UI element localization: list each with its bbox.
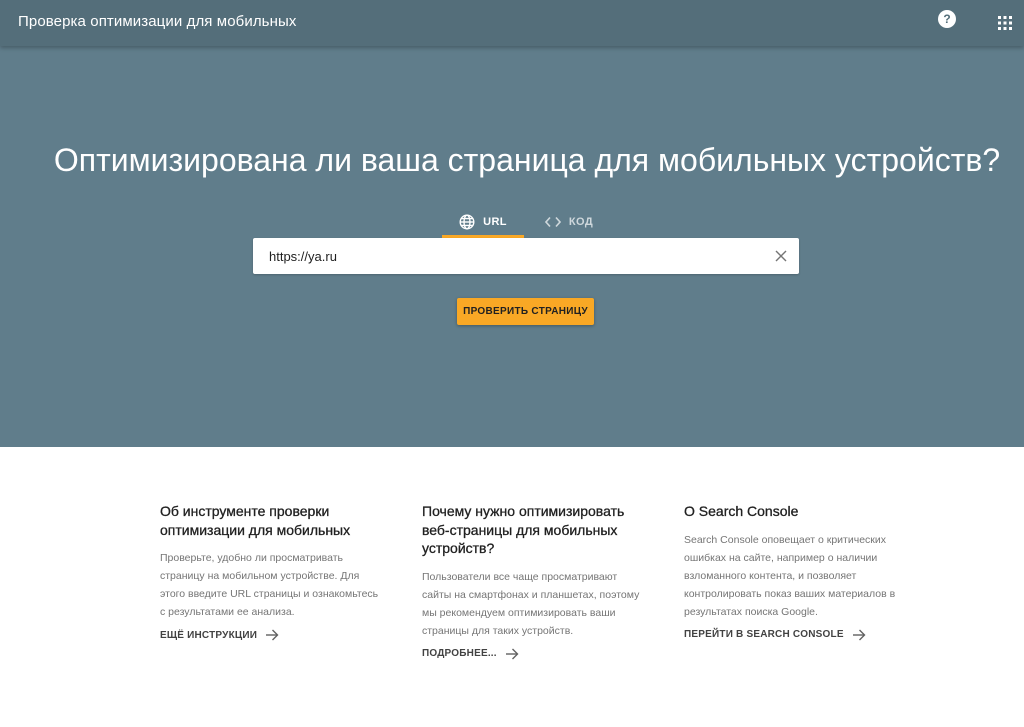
help-circle-icon[interactable]: ?: [938, 10, 956, 28]
more-instructions-link[interactable]: ЕЩЁ ИНСТРУКЦИИ: [160, 629, 279, 641]
tab-code-label: КОД: [568, 216, 594, 228]
arrow-right-icon: [505, 648, 519, 659]
info-text: Search Console оповещает о критических о…: [684, 533, 896, 618]
top-app-bar: Проверка оптимизации для мобильных ?: [0, 0, 1024, 46]
link-label: ПЕРЕЙТИ В SEARCH CONSOLE: [684, 629, 844, 640]
info-column-about-tool: Об инструменте проверки оптимизации для …: [160, 502, 382, 641]
info-column-search-console: О Search Console Search Console оповещае…: [684, 502, 906, 641]
info-title: Об инструменте проверки оптимизации для …: [160, 503, 351, 538]
learn-more-link[interactable]: ПОДРОБНЕЕ...: [422, 648, 519, 660]
tab-code[interactable]: КОД: [536, 206, 602, 238]
apps-grid-icon[interactable]: [998, 16, 1012, 30]
go-to-search-console-link[interactable]: ПЕРЕЙТИ В SEARCH CONSOLE: [684, 629, 866, 641]
info-text: Проверьте, удобно ли просматривать стран…: [160, 552, 379, 618]
tab-url[interactable]: URL: [442, 206, 524, 238]
check-page-button[interactable]: ПРОВЕРИТЬ СТРАНИЦУ: [457, 298, 594, 325]
link-label: ПОДРОБНЕЕ...: [422, 648, 497, 659]
info-column-why-mobile: Почему нужно оптимизировать веб-страницы…: [422, 502, 644, 660]
code-icon: [544, 216, 561, 228]
arrow-right-icon: [852, 629, 866, 640]
tab-url-label: URL: [483, 216, 507, 228]
info-text: Пользователи все чаще просматривают сайт…: [422, 570, 640, 637]
app-title: Проверка оптимизации для мобильных: [18, 13, 297, 30]
link-label: ЕЩЁ ИНСТРУКЦИИ: [160, 629, 258, 641]
globe-icon: [459, 214, 475, 230]
url-input[interactable]: [269, 238, 759, 274]
close-icon[interactable]: [773, 248, 789, 264]
url-field: [253, 238, 799, 274]
page-headline: Оптимизирована ли ваша страница для моби…: [53, 142, 1001, 178]
info-title: Почему нужно оптимизировать веб-страницы…: [422, 503, 625, 556]
info-title: О Search Console: [684, 503, 799, 519]
arrow-right-icon: [266, 629, 279, 641]
hero-section: Оптимизирована ли ваша страница для моби…: [0, 46, 1024, 447]
